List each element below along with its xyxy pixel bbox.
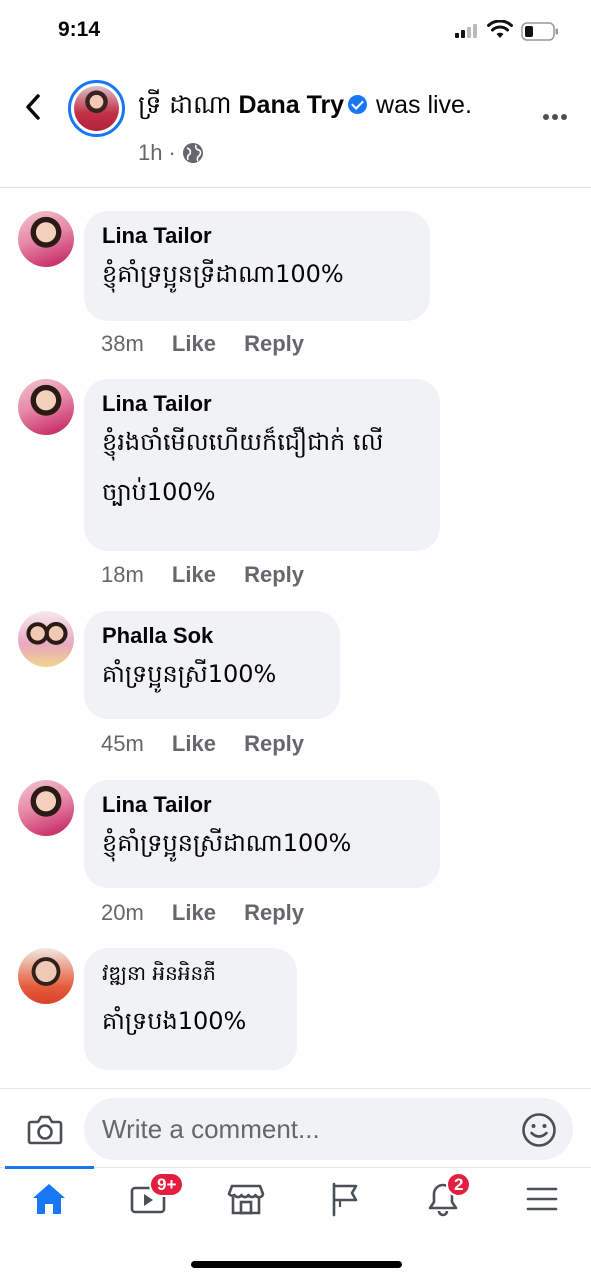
meta-separator: ·: [168, 140, 176, 165]
marketplace-icon: [227, 1184, 265, 1215]
comment-text: គាំទ្របង100%: [102, 1007, 247, 1035]
comment-input[interactable]: [84, 1098, 573, 1160]
comment-author[interactable]: Lina Tailor: [102, 223, 412, 249]
commenter-avatar[interactable]: [18, 611, 74, 667]
wifi-icon: [487, 20, 513, 38]
comment-bubble: វឌ្ឍនា អិនអិនភី គាំទ្របង100%: [84, 948, 297, 1070]
comment-bubble: Phalla Sok គាំទ្រប្អូនស្រី100%: [84, 611, 340, 719]
video-badge: 9+: [149, 1172, 185, 1197]
commenter-avatar[interactable]: [18, 780, 74, 836]
menu-icon: [526, 1187, 558, 1211]
tab-pages[interactable]: [320, 1178, 370, 1220]
status-time: 9:14: [58, 18, 101, 41]
comment-actions: 45m Like Reply: [101, 731, 326, 757]
like-button[interactable]: Like: [172, 731, 216, 756]
comment-text: ខ្ញុំគាំទ្រប្អូនស្រីដាណា100%: [102, 829, 352, 857]
battery-icon: [521, 22, 558, 41]
reply-button[interactable]: Reply: [244, 331, 304, 356]
home-indicator: [191, 1261, 402, 1268]
home-icon: [33, 1184, 65, 1214]
tab-notifications[interactable]: 2: [418, 1172, 472, 1220]
comment-bubble: Lina Tailor ខ្ញុំគាំទ្រប្អូនទ្រីដាណា100%: [84, 211, 430, 321]
comment-time: 18m: [101, 562, 144, 587]
comment-time: 45m: [101, 731, 144, 756]
like-button[interactable]: Like: [172, 562, 216, 587]
post-header-title: ទ្រី ដាណា Dana Try was live.: [138, 90, 472, 126]
pages-flag-icon: [332, 1182, 358, 1217]
back-arrow-icon[interactable]: [22, 92, 44, 122]
commenter-avatar[interactable]: [18, 948, 74, 1004]
notifications-badge: 2: [446, 1172, 472, 1197]
commenter-avatar[interactable]: [18, 211, 74, 267]
verified-badge-icon: [348, 94, 368, 114]
tab-marketplace[interactable]: [221, 1178, 271, 1220]
author-name[interactable]: Dana Try: [238, 91, 344, 119]
live-status-text: was live.: [376, 91, 472, 119]
comment-bubble: Lina Tailor ខ្ញុំរងចាំមើលហើយក៏ជឿជាក់ លើច…: [84, 379, 440, 551]
comment-author[interactable]: វឌ្ឍនា អិនអិនភី: [102, 960, 279, 990]
more-options-icon[interactable]: [543, 105, 570, 124]
author-name-khmer[interactable]: ទ្រី ដាណា: [138, 90, 232, 119]
like-button[interactable]: Like: [172, 900, 216, 925]
comment-author[interactable]: Lina Tailor: [102, 391, 422, 417]
comment-text: ខ្ញុំគាំទ្រប្អូនទ្រីដាណា100%: [102, 260, 344, 288]
comment-author[interactable]: Lina Tailor: [102, 792, 422, 818]
commenter-avatar[interactable]: [18, 379, 74, 435]
tab-video[interactable]: 9+: [123, 1172, 185, 1220]
emoji-icon[interactable]: [521, 1112, 557, 1148]
comment-time: 38m: [101, 331, 144, 356]
like-button[interactable]: Like: [172, 331, 216, 356]
reply-button[interactable]: Reply: [244, 562, 304, 587]
comment-text: គាំទ្រប្អូនស្រី100%: [102, 660, 277, 688]
author-avatar[interactable]: [68, 80, 125, 137]
reply-button[interactable]: Reply: [244, 731, 304, 756]
header-divider: [0, 187, 591, 188]
comment-time: 20m: [101, 900, 144, 925]
active-tab-indicator: [5, 1166, 94, 1169]
post-meta: 1h ·: [138, 140, 204, 166]
comment-author[interactable]: Phalla Sok: [102, 623, 322, 649]
composer-divider: [0, 1088, 591, 1089]
comment-actions: 38m Like Reply: [101, 331, 326, 357]
cellular-signal-icon: [455, 24, 481, 38]
camera-icon[interactable]: [27, 1114, 63, 1146]
comment-bubble: Lina Tailor ខ្ញុំគាំទ្រប្អូនស្រីដាណា100%: [84, 780, 440, 888]
tab-home[interactable]: [24, 1178, 74, 1220]
comment-actions: 18m Like Reply: [101, 562, 326, 588]
reply-button[interactable]: Reply: [244, 900, 304, 925]
post-time[interactable]: 1h: [138, 140, 162, 166]
comment-text: ខ្ញុំរងចាំមើលហើយក៏ជឿជាក់ លើច្បាប់100%: [102, 428, 384, 506]
comment-actions: 20m Like Reply: [101, 900, 326, 926]
tab-menu[interactable]: [517, 1178, 567, 1220]
globe-public-icon: [182, 143, 203, 163]
